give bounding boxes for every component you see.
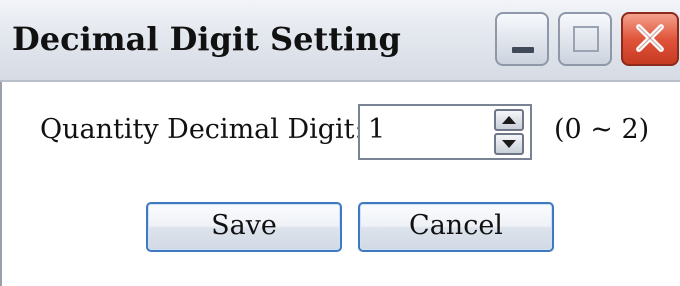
maximize-icon xyxy=(573,26,599,52)
close-button[interactable] xyxy=(621,12,679,66)
minimize-icon xyxy=(512,47,534,53)
close-icon xyxy=(636,24,664,52)
quantity-decimal-label: Quantity Decimal Digit: xyxy=(40,114,364,145)
spin-up-button[interactable] xyxy=(494,109,524,131)
arrow-down-icon xyxy=(502,140,516,148)
dialog-body: Quantity Decimal Digit: 1 (0 ~ 2) Save C… xyxy=(0,82,680,286)
quantity-decimal-value[interactable]: 1 xyxy=(368,114,385,145)
dialog-window: Decimal Digit Setting Quantity Decimal D… xyxy=(0,0,680,286)
range-hint: (0 ~ 2) xyxy=(554,114,650,145)
arrow-up-icon xyxy=(502,116,516,124)
minimize-button[interactable] xyxy=(495,12,549,66)
quantity-decimal-spinner[interactable]: 1 xyxy=(358,104,532,160)
save-button[interactable]: Save xyxy=(146,202,342,252)
cancel-button[interactable]: Cancel xyxy=(358,202,554,252)
title-bar[interactable]: Decimal Digit Setting xyxy=(0,0,680,82)
spin-down-button[interactable] xyxy=(494,133,524,155)
maximize-button[interactable] xyxy=(558,12,612,66)
window-title: Decimal Digit Setting xyxy=(12,20,401,58)
